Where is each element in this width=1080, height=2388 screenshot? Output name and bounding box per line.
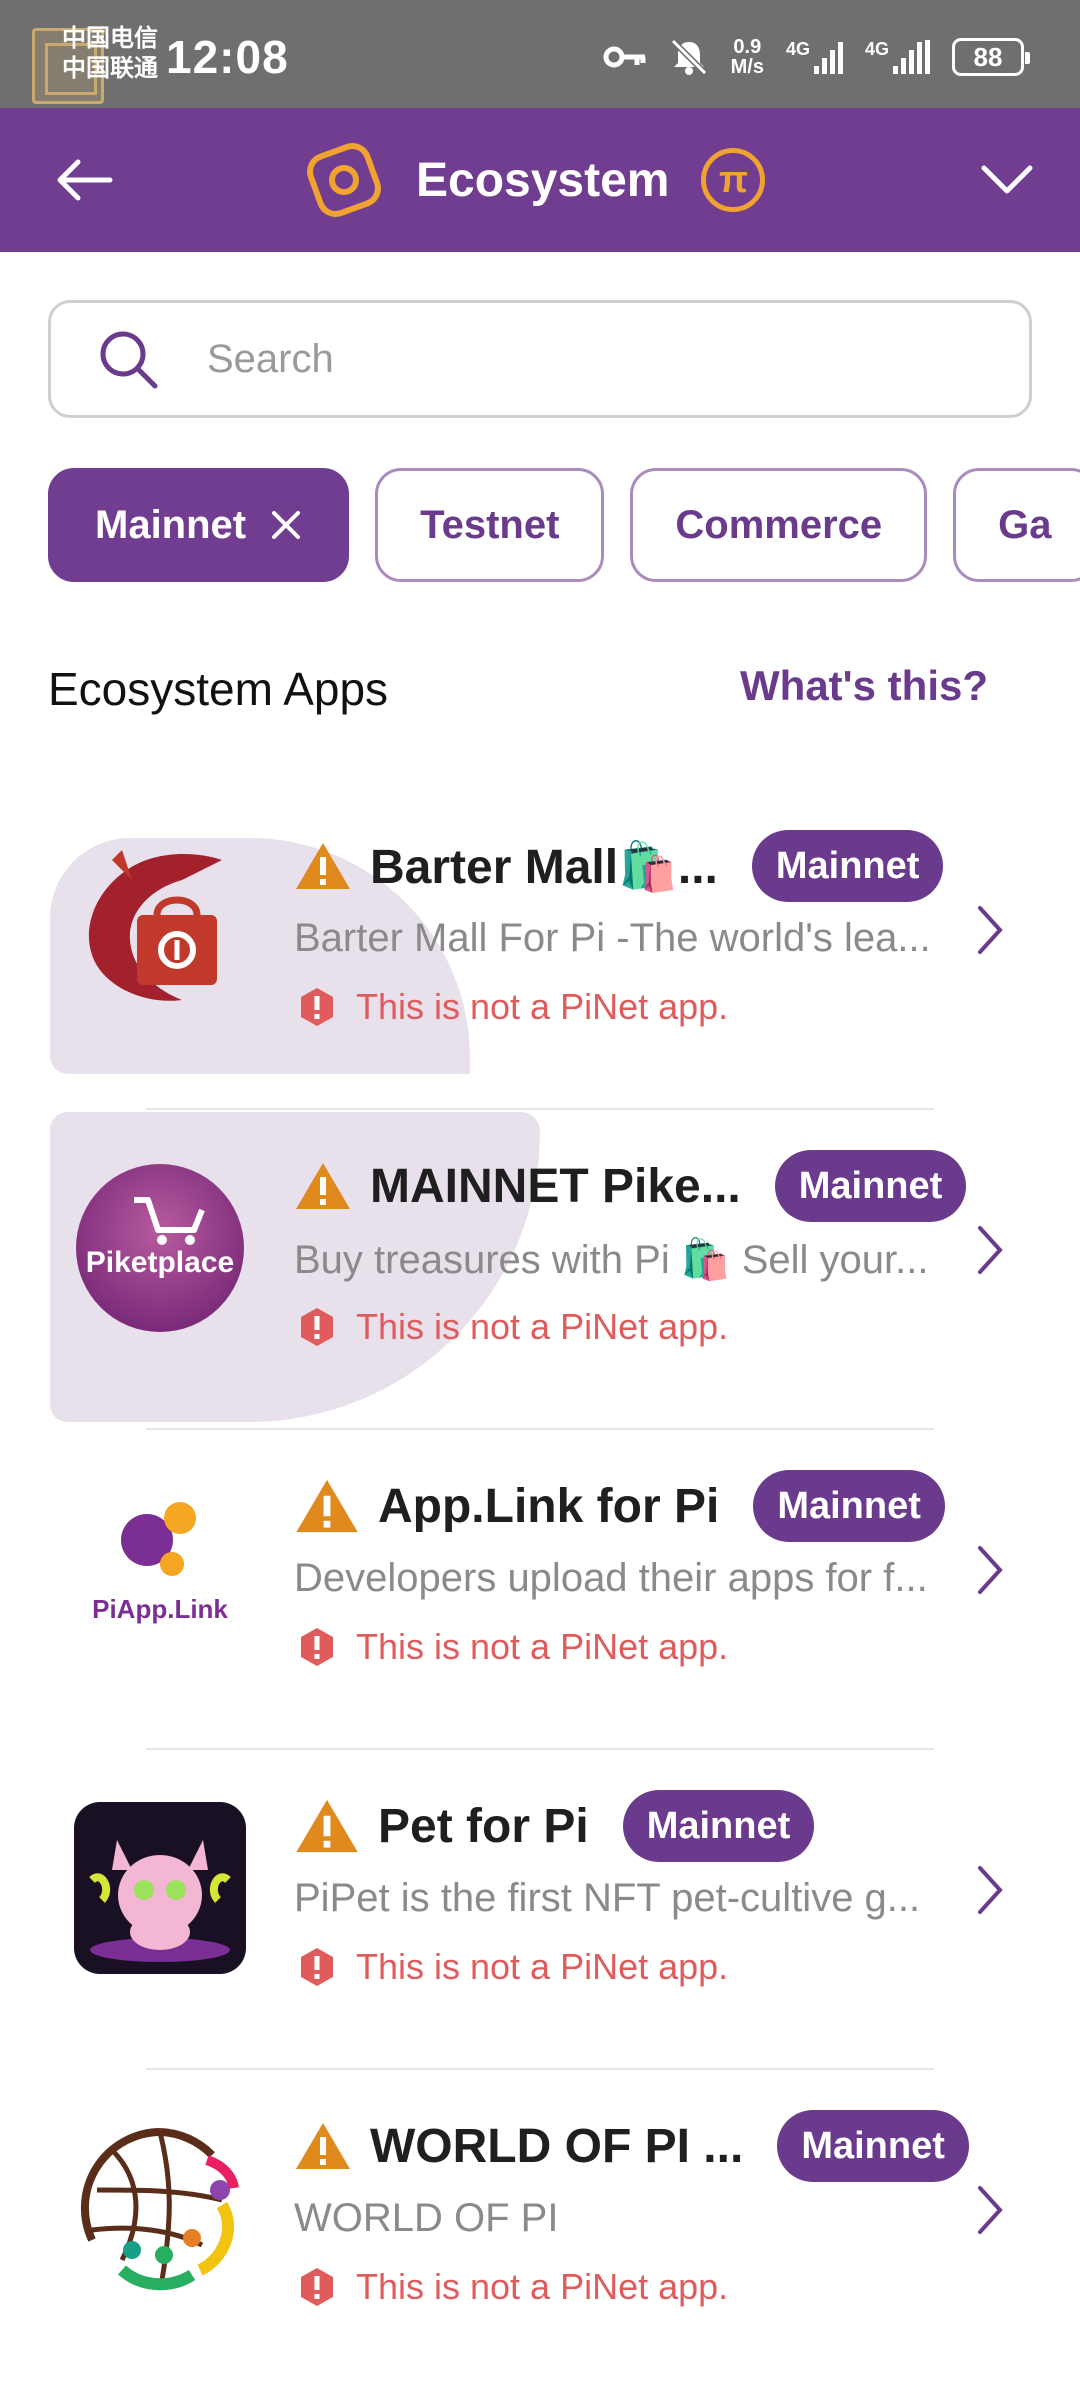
section-title: Ecosystem Apps xyxy=(48,663,389,715)
warning-triangle-icon xyxy=(296,843,350,889)
app-warning: This is not a PiNet app. xyxy=(298,1946,728,1988)
barter-mall-dragon-icon xyxy=(72,840,248,1016)
app-description: PiPet is the first NFT pet-cultive g... xyxy=(294,1876,921,1920)
app-title-row: App.Link for Pi Mainnet xyxy=(294,1470,945,1542)
world-of-pi-globe-icon xyxy=(72,2120,248,2296)
app-name: Barter Mall🛍️... xyxy=(370,840,718,894)
list-item[interactable]: Piketplace MAINNET Pike... Mainnet Buy t… xyxy=(0,1110,1080,1430)
app-warning: This is not a PiNet app. xyxy=(298,1626,728,1668)
network-badge: Mainnet xyxy=(774,1150,967,1222)
app-description: Buy treasures with Pi 🛍️ Sell your... xyxy=(294,1238,929,1282)
filter-chip-testnet[interactable]: Testnet xyxy=(375,468,605,582)
close-icon[interactable] xyxy=(268,507,304,543)
chevron-right-icon[interactable] xyxy=(974,1542,1006,1598)
piketplace-logo-text: Piketplace xyxy=(86,1246,234,1279)
filter-chip-commerce[interactable]: Commerce xyxy=(630,468,928,582)
piketplace-cart-icon: Piketplace xyxy=(72,1160,248,1336)
status-icons: 0.9 M/s 4G 4G 88 xyxy=(603,30,1030,84)
list-item[interactable]: WORLD OF PI ... Mainnet WORLD OF PI This… xyxy=(0,2070,1080,2388)
list-item[interactable]: Pet for Pi Mainnet PiPet is the first NF… xyxy=(0,1750,1080,2070)
ecosystem-logo-icon xyxy=(307,143,381,217)
battery-indicator: 88 xyxy=(952,38,1030,76)
filter-chips: Mainnet Testnet Commerce Ga xyxy=(48,468,1080,582)
page-title: Ecosystem xyxy=(416,153,670,207)
speed-unit: M/s xyxy=(730,56,764,78)
whats-this-link[interactable]: What's this? xyxy=(740,662,988,710)
chip-label: Commerce xyxy=(675,502,883,547)
list-item[interactable]: PiApp.Link App.Link for Pi Mainnet Devel… xyxy=(0,1430,1080,1750)
network-speed: 0.9 M/s xyxy=(731,37,764,77)
warning-triangle-icon xyxy=(296,1163,350,1209)
error-shield-icon xyxy=(301,1628,333,1666)
app-warning: This is not a PiNet app. xyxy=(298,1306,728,1348)
error-shield-icon xyxy=(301,988,333,1026)
carrier-info: 中国电信 中国联通 xyxy=(62,24,158,84)
chip-label: Mainnet xyxy=(95,502,247,547)
chevron-right-icon[interactable] xyxy=(974,902,1006,958)
app-name: WORLD OF PI ... xyxy=(370,2119,744,2173)
app-name: App.Link for Pi xyxy=(378,1479,720,1533)
pipet-cat-icon xyxy=(72,1800,248,1976)
app-description: Barter Mall For Pi -The world's lea... xyxy=(294,916,931,960)
status-bar: 中国电信 中国联通 12:08 0.9 M/s 4G 4G 88 xyxy=(0,0,1080,108)
signal-1: 4G xyxy=(786,40,843,74)
search-input[interactable] xyxy=(207,336,967,382)
network-badge: Mainnet xyxy=(622,1790,815,1862)
warning-text: This is not a PiNet app. xyxy=(356,1946,729,1987)
chevron-right-icon[interactable] xyxy=(974,1222,1006,1278)
error-shield-icon xyxy=(301,1948,333,1986)
network-badge: Mainnet xyxy=(753,1470,945,1542)
network-badge: Mainnet xyxy=(751,830,944,902)
app-list: Barter Mall🛍️... Mainnet Barter Mall For… xyxy=(0,790,1080,2388)
warning-text: This is not a PiNet app. xyxy=(356,1626,729,1667)
app-description: WORLD OF PI xyxy=(294,2196,559,2240)
warning-text: This is not a PiNet app. xyxy=(356,1306,729,1347)
signal-bars-2-icon xyxy=(893,40,930,74)
warning-triangle-icon xyxy=(296,2123,350,2169)
app-header: Ecosystem π xyxy=(0,108,1080,252)
chevron-right-icon[interactable] xyxy=(974,2182,1006,2238)
header-brand: Ecosystem π xyxy=(304,130,766,230)
warning-triangle-icon xyxy=(296,1479,358,1533)
error-shield-icon xyxy=(301,2268,333,2306)
piapp-logo-text: PiApp.Link xyxy=(92,1594,228,1624)
network-badge: Mainnet xyxy=(777,2110,969,2182)
chevron-down-icon[interactable] xyxy=(974,146,1040,212)
speed-value: 0.9 xyxy=(733,36,762,58)
network-type-1: 4G xyxy=(785,39,810,59)
warning-triangle-icon xyxy=(296,1799,358,1853)
signal-bars-1-icon xyxy=(813,40,843,74)
filter-chip-games[interactable]: Ga xyxy=(953,468,1080,582)
status-clock: 12:08 xyxy=(166,31,289,83)
app-description: Developers upload their apps for f... xyxy=(294,1556,928,1600)
warning-text: This is not a PiNet app. xyxy=(356,986,729,1027)
app-warning: This is not a PiNet app. xyxy=(298,986,728,1028)
back-arrow-icon[interactable] xyxy=(48,144,120,216)
app-title-row: MAINNET Pike... Mainnet xyxy=(294,1150,967,1222)
warning-text: This is not a PiNet app. xyxy=(356,2266,729,2307)
pi-coin-icon: π xyxy=(701,148,766,212)
app-title-row: Barter Mall🛍️... Mainnet xyxy=(294,830,944,902)
app-warning: This is not a PiNet app. xyxy=(298,2266,728,2308)
app-title-row: WORLD OF PI ... Mainnet xyxy=(294,2110,969,2182)
mute-bell-icon xyxy=(670,38,707,76)
app-name: Pet for Pi xyxy=(378,1799,589,1853)
chip-label: Testnet xyxy=(420,502,560,547)
signal-2: 4G xyxy=(865,40,930,74)
key-icon xyxy=(603,46,646,68)
error-shield-icon xyxy=(301,1308,333,1346)
search-icon xyxy=(100,331,158,389)
piapp-link-dots-icon: PiApp.Link xyxy=(72,1480,248,1656)
chip-label: Ga xyxy=(998,502,1052,547)
app-title-row: Pet for Pi Mainnet xyxy=(294,1790,815,1862)
list-item[interactable]: Barter Mall🛍️... Mainnet Barter Mall For… xyxy=(0,790,1080,1110)
carrier-label-1: 中国电信 xyxy=(62,25,158,52)
filter-chip-mainnet[interactable]: Mainnet xyxy=(48,468,350,582)
network-type-2: 4G xyxy=(864,39,889,59)
carrier-label-2: 中国联通 xyxy=(62,55,158,82)
app-name: MAINNET Pike... xyxy=(370,1159,741,1213)
chevron-right-icon[interactable] xyxy=(974,1862,1006,1918)
search-bar[interactable] xyxy=(48,300,1032,418)
